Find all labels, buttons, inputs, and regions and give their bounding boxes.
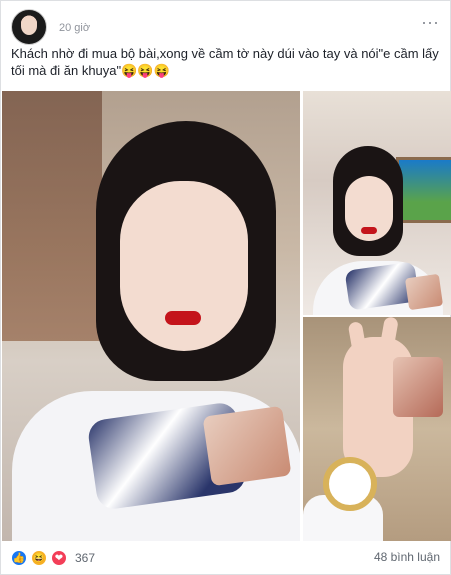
love-reaction-icon: ❤ [51,550,67,566]
person-lips [361,227,377,234]
post-header: 20 giờ ⋯ [9,9,442,45]
facebook-post: 20 giờ ⋯ Khách nhờ đi mua bộ bài,xong về… [0,0,451,575]
photo-side-top[interactable] [303,91,451,315]
photo-side-bottom[interactable] [303,317,451,541]
wristwatch [323,457,377,511]
reactions-summary[interactable]: 👍 😆 ❤ 367 [11,549,95,567]
photo-main[interactable] [2,91,300,541]
post-caption: Khách nhờ đi mua bộ bài,xong về cầm tờ n… [11,46,439,78]
post-footer: 👍 😆 ❤ 367 48 bình luận [11,549,440,567]
avatar[interactable] [11,9,47,45]
photo-grid[interactable] [2,91,451,541]
person-lips [165,311,201,325]
banknote [202,405,292,487]
wall-picture [396,157,451,223]
post-time[interactable]: 20 giờ [59,22,90,34]
reaction-count[interactable]: 367 [75,551,95,565]
person-face [120,181,248,351]
banknote [404,273,444,311]
comments-count[interactable]: 48 bình luận [374,550,440,564]
more-options-icon[interactable]: ⋯ [421,13,440,34]
haha-reaction-icon: 😆 [31,550,47,566]
background-decor [2,91,102,341]
banknote [393,357,443,417]
like-reaction-icon: 👍 [11,550,27,566]
